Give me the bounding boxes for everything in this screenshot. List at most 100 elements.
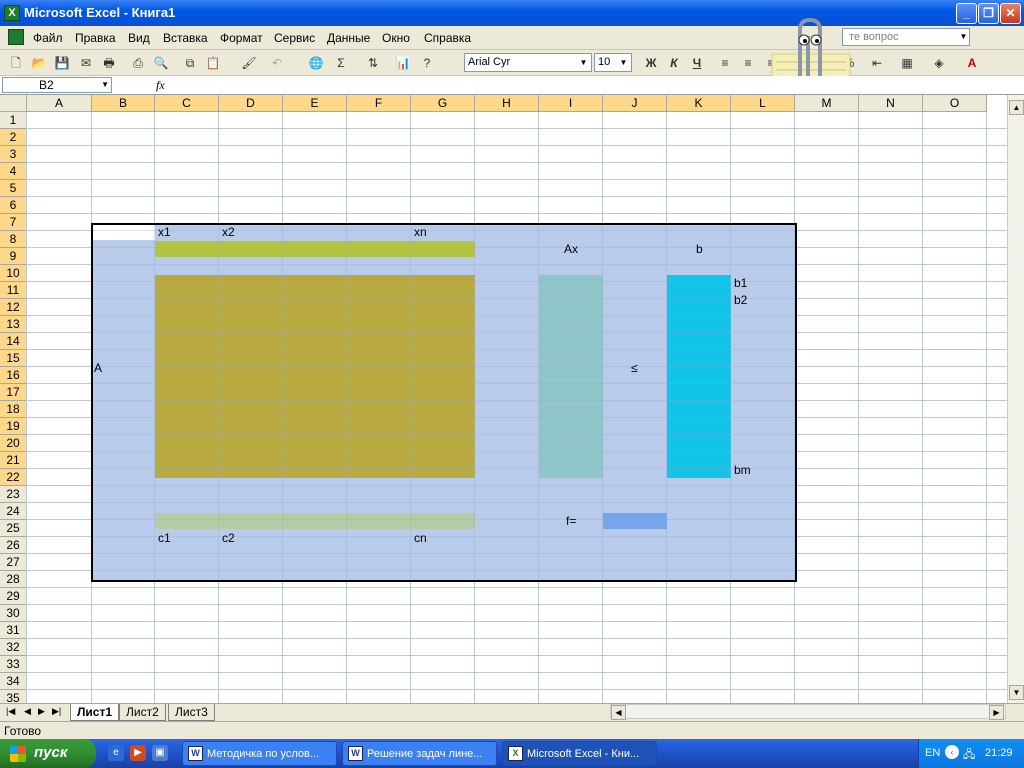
column-header-O[interactable]: O (923, 95, 987, 112)
row-header-30[interactable]: 30 (0, 605, 27, 622)
permission-icon[interactable]: ✉ (77, 54, 95, 72)
row-header-25[interactable]: 25 (0, 520, 27, 537)
column-header-N[interactable]: N (859, 95, 923, 112)
prev-sheet-icon[interactable]: ◀ (24, 706, 31, 717)
task-word-1[interactable]: W Методичка по услов... (182, 741, 337, 766)
minimize-button[interactable]: _ (956, 3, 977, 24)
column-header-E[interactable]: E (283, 95, 347, 112)
row-header-23[interactable]: 23 (0, 486, 27, 503)
menu-format[interactable]: Формат (220, 31, 263, 45)
autosum-icon[interactable]: Σ (332, 54, 350, 72)
new-icon[interactable]: 🗋 (7, 54, 25, 72)
menu-data[interactable]: Данные (327, 31, 370, 45)
column-header-L[interactable]: L (731, 95, 795, 112)
row-header-5[interactable]: 5 (0, 180, 27, 197)
row-header-19[interactable]: 19 (0, 418, 27, 435)
menu-view[interactable]: Вид (128, 31, 150, 45)
print-preview-small-icon[interactable]: 🖶 (100, 54, 118, 72)
select-all-corner[interactable] (0, 95, 27, 112)
tray-arrow-icon[interactable]: ‹ (945, 745, 959, 759)
first-sheet-icon[interactable]: |◀ (6, 706, 15, 717)
row-header-15[interactable]: 15 (0, 350, 27, 367)
sheet-tab-1[interactable]: Лист1 (70, 704, 120, 721)
font-name-select[interactable]: Arial Cyr ▼ (464, 53, 592, 72)
row-header-10[interactable]: 10 (0, 265, 27, 282)
column-header-F[interactable]: F (347, 95, 411, 112)
row-header-20[interactable]: 20 (0, 435, 27, 452)
ask-dropdown-arrow[interactable]: ▼ (958, 29, 969, 45)
row-header-33[interactable]: 33 (0, 656, 27, 673)
ie-icon[interactable]: e (108, 745, 124, 761)
fill-color-icon[interactable]: ◈ (930, 54, 948, 72)
sheet-tab-3[interactable]: Лист3 (168, 704, 215, 721)
row-header-1[interactable]: 1 (0, 112, 27, 129)
scroll-down-icon[interactable]: ▼ (1009, 685, 1024, 700)
underline-button[interactable]: Ч (688, 54, 706, 72)
align-center-icon[interactable]: ≡ (739, 54, 757, 72)
row-header-32[interactable]: 32 (0, 639, 27, 656)
next-sheet-icon[interactable]: ▶ (38, 706, 45, 717)
column-header-I[interactable]: I (539, 95, 603, 112)
row-header-4[interactable]: 4 (0, 163, 27, 180)
column-header-C[interactable]: C (155, 95, 219, 112)
row-header-9[interactable]: 9 (0, 248, 27, 265)
undo-icon[interactable]: ↶ (268, 54, 286, 72)
formula-bar[interactable] (0, 76, 1024, 95)
copy-icon[interactable]: ⧉ (181, 54, 199, 72)
open-icon[interactable]: 📂 (30, 54, 48, 72)
column-header-J[interactable]: J (603, 95, 667, 112)
task-excel[interactable]: X Microsoft Excel - Кни... (502, 741, 657, 766)
font-size-select[interactable]: 10 ▼ (594, 53, 632, 72)
ask-question-input[interactable]: те вопрос (842, 28, 970, 46)
column-header-H[interactable]: H (475, 95, 539, 112)
workbook-icon[interactable] (8, 29, 24, 45)
name-box[interactable]: B2 ▼ (2, 77, 112, 93)
row-header-14[interactable]: 14 (0, 333, 27, 350)
sort-icon[interactable]: ⇅ (364, 54, 382, 72)
italic-button[interactable]: К (665, 54, 683, 72)
menu-tools[interactable]: Сервис (274, 31, 315, 45)
row-header-26[interactable]: 26 (0, 537, 27, 554)
align-left-icon[interactable]: ≡ (716, 54, 734, 72)
maximize-button[interactable]: ❐ (978, 3, 999, 24)
save-icon[interactable]: 💾 (53, 54, 71, 72)
menu-insert[interactable]: Вставка (163, 31, 208, 45)
last-sheet-icon[interactable]: ▶| (52, 706, 61, 717)
menu-edit[interactable]: Правка (75, 31, 116, 45)
bold-button[interactable]: Ж (642, 54, 660, 72)
column-header-D[interactable]: D (219, 95, 283, 112)
excel-app-icon[interactable]: X (4, 5, 20, 21)
row-header-8[interactable]: 8 (0, 231, 27, 248)
menu-help[interactable]: Справка (424, 31, 471, 45)
hyperlink-icon[interactable]: 🌐 (307, 54, 325, 72)
scroll-left-icon[interactable]: ◀ (611, 705, 626, 720)
column-header-K[interactable]: K (667, 95, 731, 112)
start-button[interactable]: пуск (0, 739, 96, 768)
vertical-scrollbar[interactable]: ▲ ▼ (1007, 95, 1024, 703)
row-header-24[interactable]: 24 (0, 503, 27, 520)
row-header-3[interactable]: 3 (0, 146, 27, 163)
column-header-G[interactable]: G (411, 95, 475, 112)
fx-icon[interactable]: fx (156, 78, 165, 93)
font-color-icon[interactable]: A (963, 54, 981, 72)
worksheet-grid[interactable]: ABCDEFGHIJKLMNO 1 2 3 4 5 6 7 8 9 10 11 12 13 14 15 16 1… (0, 95, 1007, 703)
media-player-icon[interactable]: ▶ (130, 745, 146, 761)
borders-icon[interactable]: ▦ (898, 54, 916, 72)
decrease-indent-icon[interactable]: ⇤ (868, 54, 886, 72)
menu-file[interactable]: Файл (33, 31, 63, 45)
paste-icon[interactable]: 📋 (204, 54, 222, 72)
row-header-2[interactable]: 2 (0, 129, 27, 146)
row-header-29[interactable]: 29 (0, 588, 27, 605)
column-header-B[interactable]: B (92, 95, 155, 112)
row-header-11[interactable]: 11 (0, 282, 27, 299)
column-header-M[interactable]: M (795, 95, 859, 112)
row-header-27[interactable]: 27 (0, 554, 27, 571)
row-header-31[interactable]: 31 (0, 622, 27, 639)
row-header-21[interactable]: 21 (0, 452, 27, 469)
row-header-12[interactable]: 12 (0, 299, 27, 316)
row-header-6[interactable]: 6 (0, 197, 27, 214)
row-header-22[interactable]: 22 (0, 469, 27, 486)
row-header-16[interactable]: 16 (0, 367, 27, 384)
print-preview-icon[interactable]: 🔍 (152, 54, 170, 72)
desktop-icon[interactable]: ▣ (152, 745, 168, 761)
